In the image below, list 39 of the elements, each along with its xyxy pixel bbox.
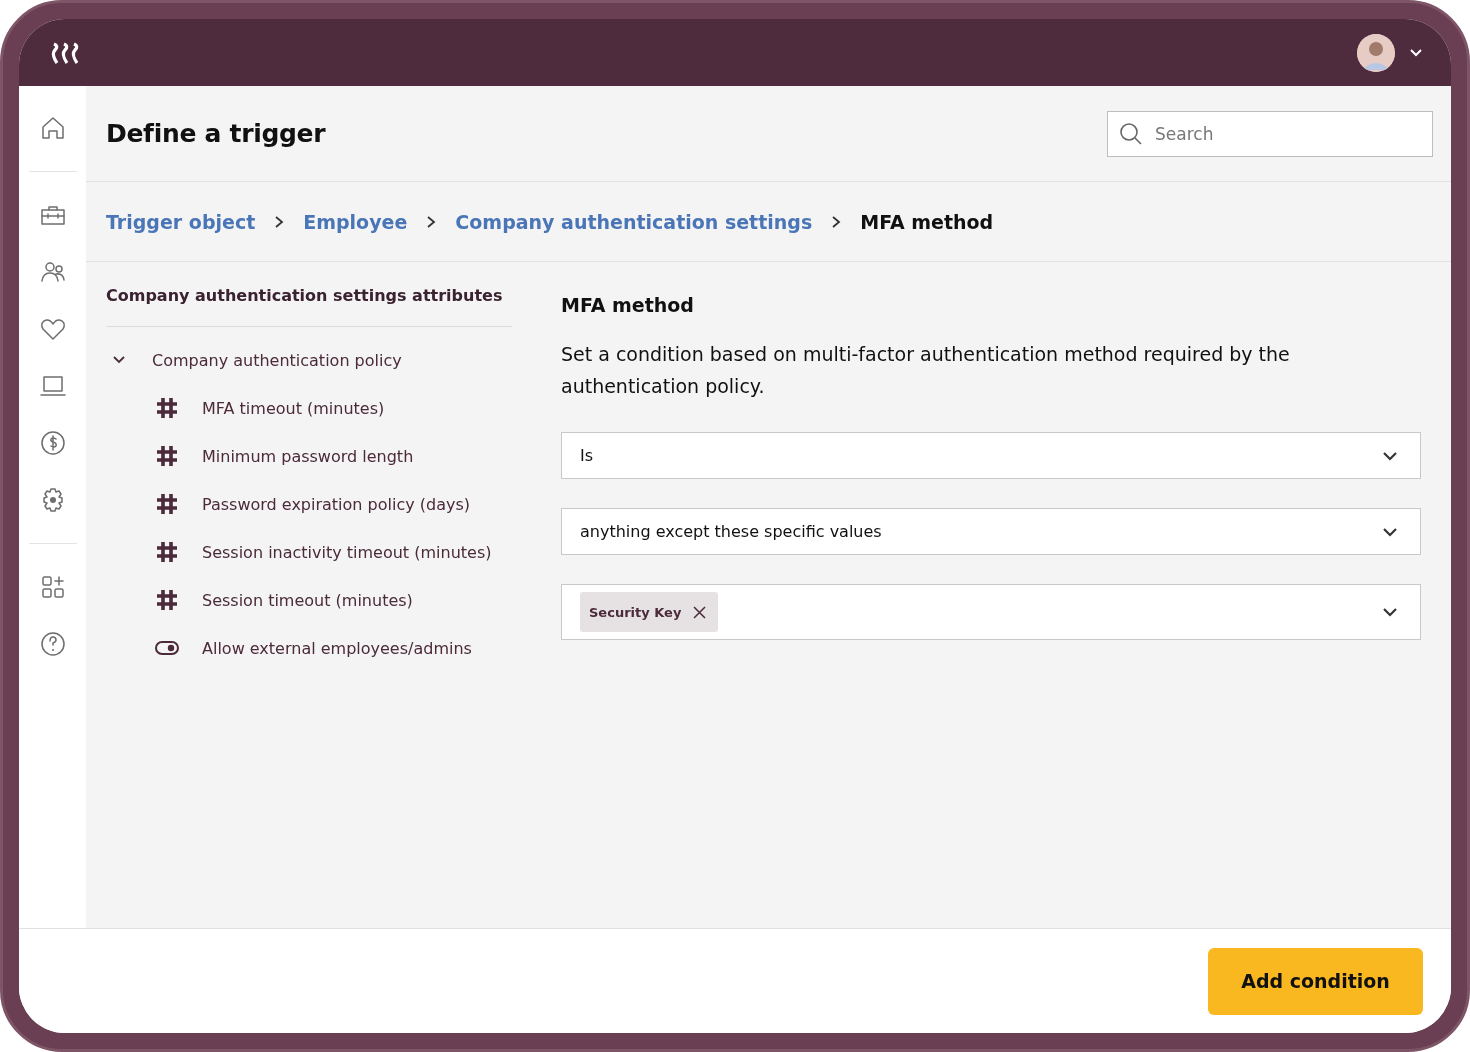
multi-select-field[interactable]: Security Key [561, 584, 1421, 640]
breadcrumb-current: MFA method [860, 210, 994, 233]
logo-icon [51, 41, 81, 64]
section-heading: Company authentication settings attributes [106, 262, 512, 327]
add-condition-button[interactable]: Add condition [1208, 947, 1423, 1015]
hash-icon [154, 443, 180, 469]
chevron-right-icon [273, 214, 286, 229]
dollar-coin-icon[interactable] [38, 429, 67, 457]
chevron-right-icon [830, 214, 843, 229]
caret-icon[interactable] [1409, 47, 1423, 58]
section-title: MFA method [561, 294, 695, 316]
chevron-right-icon [425, 214, 438, 229]
description-text: Set a condition based on multi-factor authentication method required by the authentication policy. [561, 342, 1291, 399]
breadcrumb-link[interactable]: Employee [303, 210, 408, 233]
hash-icon [154, 491, 180, 517]
page-title: Define a trigger [106, 119, 326, 148]
hash-icon [154, 395, 180, 421]
chevron-down-icon [1382, 450, 1398, 461]
search-field[interactable]: Search [1107, 110, 1433, 157]
attribute-item[interactable]: Password expiration policy (days) [202, 494, 470, 514]
close-icon[interactable] [693, 605, 707, 619]
hash-icon [154, 587, 180, 613]
breadcrumb-link[interactable]: Company authentication settings [455, 210, 813, 233]
avatar-icon[interactable] [1357, 33, 1395, 72]
attribute-item[interactable]: Allow external employees/admins [202, 638, 472, 658]
value-chip[interactable]: Security Key [580, 592, 719, 632]
breadcrumb-link[interactable]: Trigger object [106, 210, 256, 233]
attribute-item[interactable]: Session inactivity timeout (minutes) [202, 542, 492, 562]
dropdown[interactable]: anything except these specific values [561, 508, 1421, 555]
attribute-item[interactable]: Minimum password length [202, 446, 414, 466]
help-icon[interactable] [38, 630, 67, 658]
attribute-item[interactable]: MFA timeout (minutes) [202, 398, 385, 418]
hash-icon [154, 539, 180, 565]
dropdown[interactable]: Is [561, 432, 1421, 479]
chevron-down-icon [1382, 526, 1398, 537]
chevron-down-icon [1382, 607, 1398, 617]
chevron-down-icon[interactable] [112, 355, 126, 365]
attribute-item[interactable]: Session timeout (minutes) [202, 590, 413, 610]
tree-group-label[interactable]: Company authentication policy [152, 350, 402, 370]
